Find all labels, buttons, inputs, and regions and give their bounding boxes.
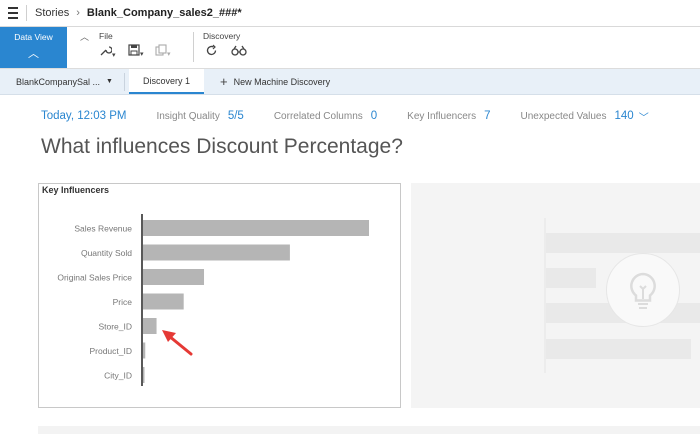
correlated-columns-value[interactable]: 0 <box>371 110 377 122</box>
data-view-label: Data View <box>14 32 53 42</box>
category-label: City_ID <box>104 371 132 381</box>
placeholder-bar <box>546 339 691 359</box>
chevron-up-icon: ︿ <box>28 48 39 60</box>
caret-down-icon[interactable]: ▼ <box>106 78 113 85</box>
discovery-group-label: Discovery <box>203 31 241 41</box>
breadcrumb-stories[interactable]: Stories <box>35 7 69 19</box>
key-influencers-label: Key Influencers <box>407 110 477 122</box>
discovery-timestamp: Today, 12:03 PM <box>41 110 127 122</box>
category-label: Original Sales Price <box>57 273 132 283</box>
binoculars-icon[interactable] <box>231 44 247 60</box>
save-icon[interactable]: ▾ <box>128 44 144 59</box>
annotation-arrow <box>162 330 193 356</box>
placeholder-bar <box>546 233 700 253</box>
breadcrumb-current: Blank_Company_sales2_###* <box>86 7 242 19</box>
discovery-stats: Today, 12:03 PM Insight Quality 5/5 Corr… <box>41 107 649 125</box>
breadcrumb-separator: › <box>76 7 80 19</box>
tab-discovery-1[interactable]: Discovery 1 <box>129 69 204 94</box>
key-influencers-value[interactable]: 7 <box>484 110 490 122</box>
collapse-toolbar-icon[interactable]: ︿ <box>80 30 89 43</box>
category-label: Quantity Sold <box>81 248 132 258</box>
menu-icon[interactable] <box>2 0 24 26</box>
insight-quality-value[interactable]: 5/5 <box>228 110 244 122</box>
top-bar: Stories › Blank_Company_sales2_###* <box>0 0 700 27</box>
tab-story[interactable]: BlankCompanySal ... ▼ <box>16 69 113 94</box>
category-label: Store_ID <box>98 322 132 332</box>
tab-discovery-1-label: Discovery 1 <box>142 75 190 86</box>
influencer-bar[interactable] <box>143 244 290 261</box>
category-label: Product_ID <box>89 346 132 356</box>
category-label: Sales Revenue <box>74 224 132 234</box>
insight-quality-label: Insight Quality <box>156 110 220 122</box>
page-title: What influences Discount Percentage? <box>41 135 403 158</box>
insight-placeholder-panel <box>411 183 700 408</box>
influencer-bar[interactable] <box>143 220 369 236</box>
topbar-divider <box>26 5 27 21</box>
plus-icon: + <box>220 74 228 89</box>
influencer-bar[interactable] <box>143 367 145 383</box>
tab-story-label: BlankCompanySal ... <box>16 76 101 87</box>
file-group-label: File <box>99 31 113 41</box>
influencer-bar[interactable] <box>143 342 146 359</box>
copy-icon[interactable]: ▾ <box>155 44 171 59</box>
toolbar: Data View ︿ ︿ File ▾ ▾ ▾ Discovery <box>0 27 700 69</box>
new-machine-discovery-tab[interactable]: + New Machine Discovery <box>220 69 330 94</box>
new-machine-discovery-label: New Machine Discovery <box>233 76 331 87</box>
key-influencers-chart: Sales Revenue Quantity Sold Original Sales… <box>57 214 369 386</box>
tools-icon[interactable]: ▾ <box>99 44 116 60</box>
influencer-bar[interactable] <box>143 318 157 334</box>
correlated-columns-label: Correlated Columns <box>273 110 363 122</box>
data-view-button[interactable]: Data View ︿ <box>0 27 67 68</box>
lightbulb-icon <box>606 253 680 327</box>
refresh-icon[interactable] <box>205 44 218 60</box>
toolbar-divider <box>193 32 194 62</box>
unexpected-values-value[interactable]: 140 <box>615 110 634 122</box>
placeholder-bar <box>546 268 596 288</box>
story-tabs: BlankCompanySal ... ▼ Discovery 1 + New … <box>0 69 700 95</box>
influencer-bar[interactable] <box>143 293 184 310</box>
chevron-down-icon[interactable]: ﹀ <box>639 109 649 124</box>
unexpected-values-label: Unexpected Values <box>520 110 607 122</box>
influencer-bar[interactable] <box>143 269 205 285</box>
tab-divider <box>124 73 125 91</box>
next-section-strip <box>38 426 700 434</box>
key-influencers-card[interactable]: Key Influencers Sales Revenue Quantity So… <box>38 183 401 408</box>
category-label: Price <box>113 297 133 307</box>
